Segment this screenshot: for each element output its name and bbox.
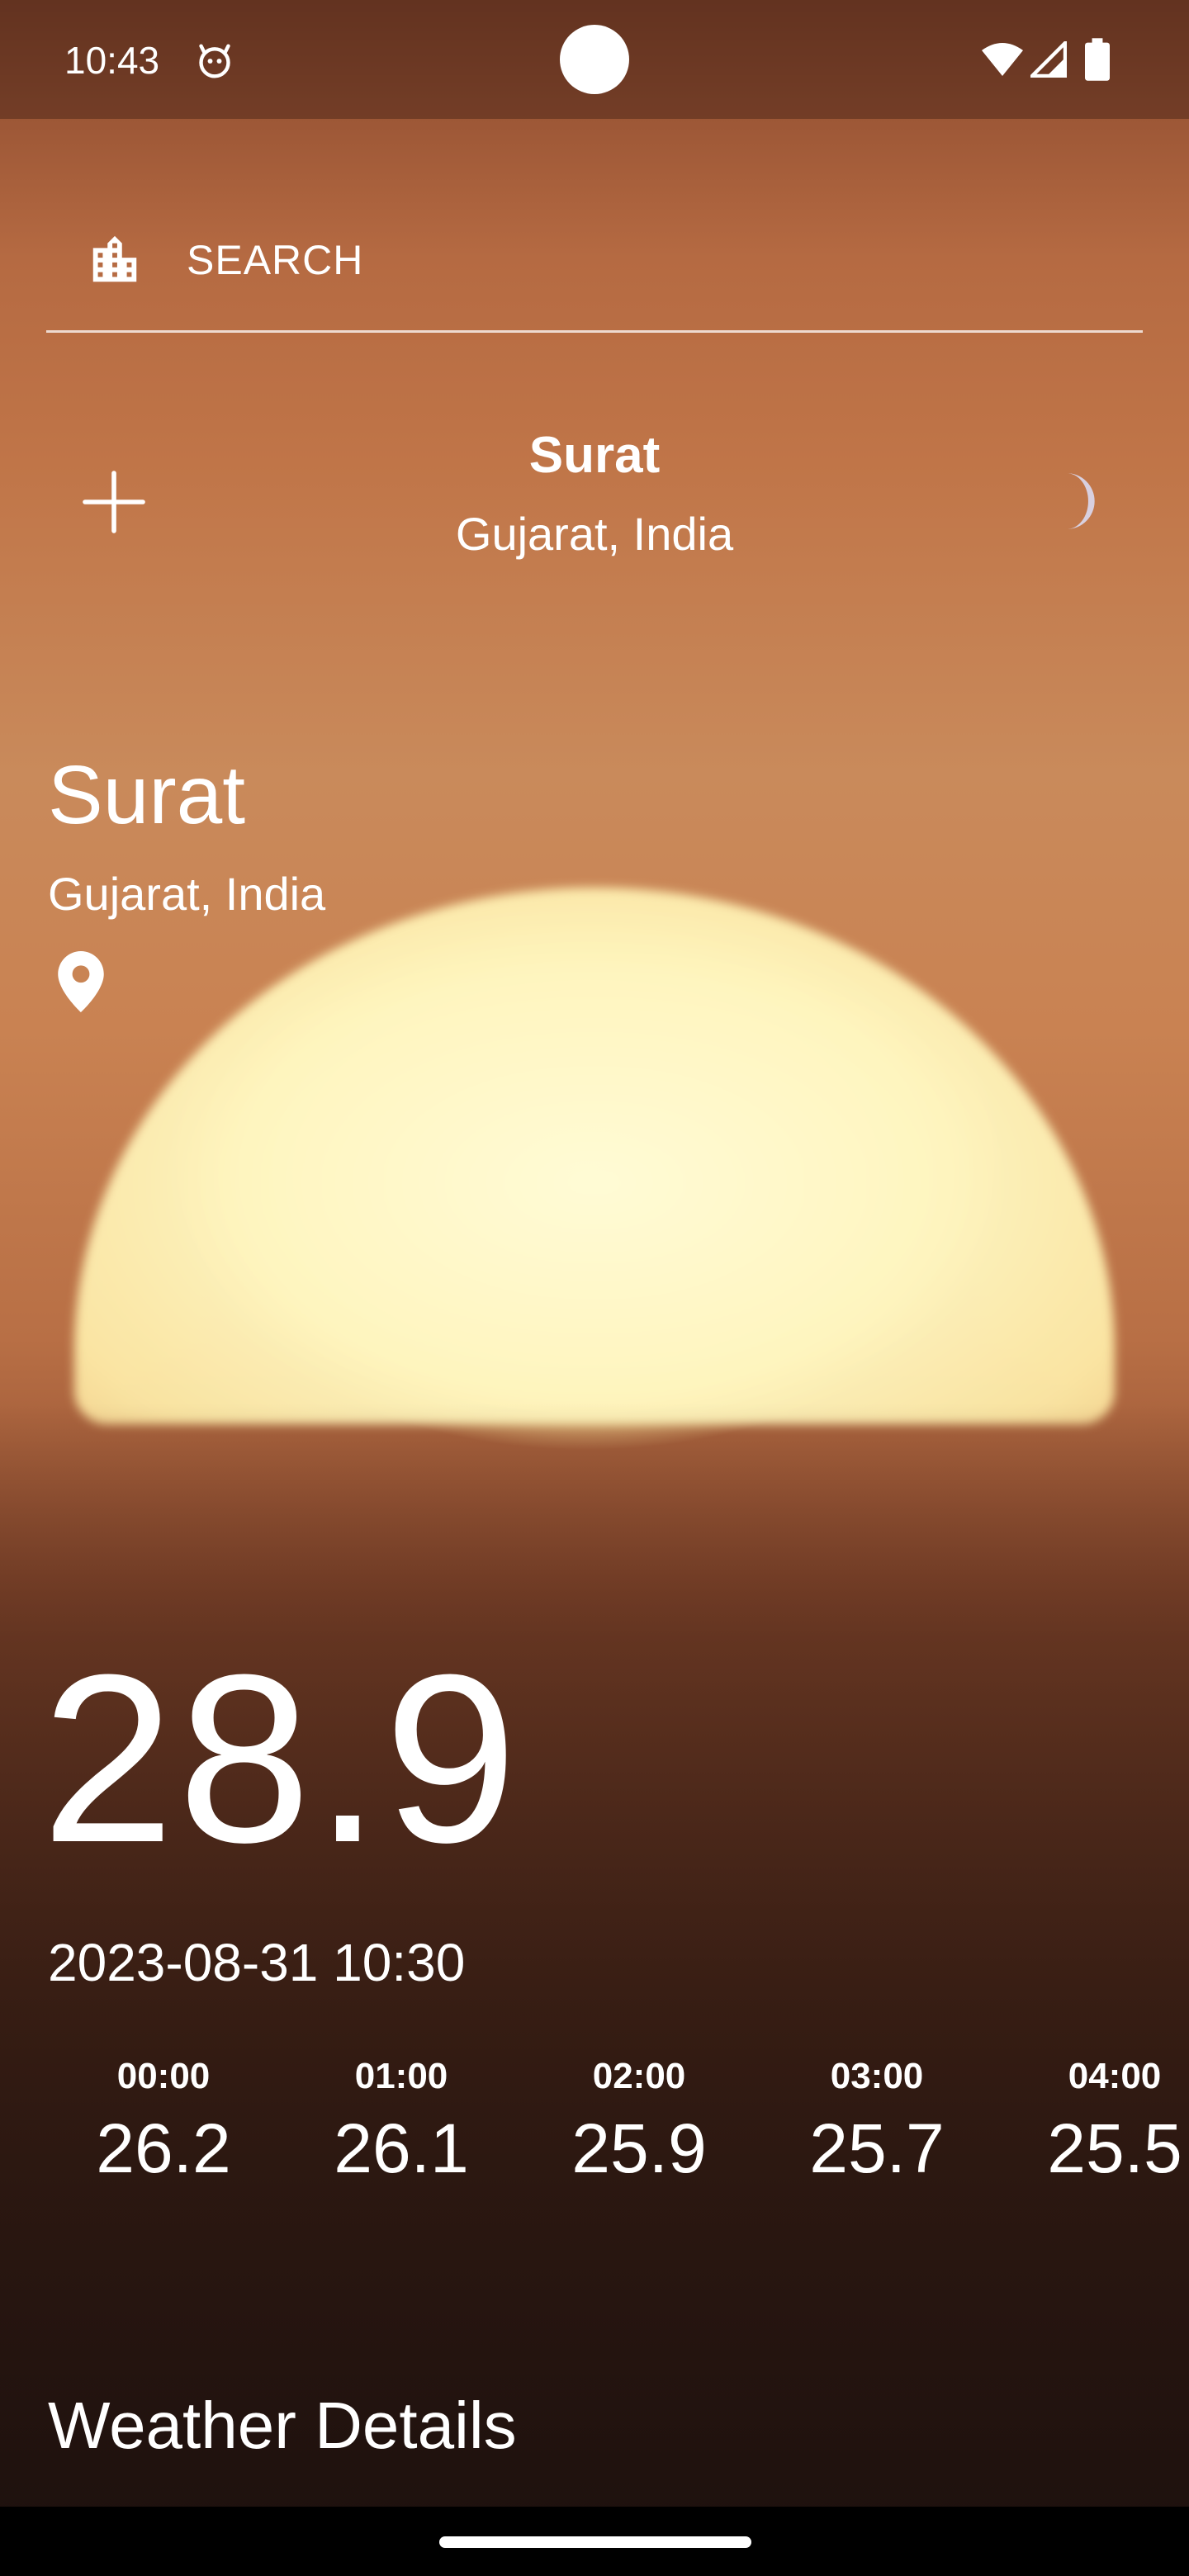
hourly-item: 00:00 26.2 bbox=[56, 2056, 271, 2189]
current-temperature: 28.9 bbox=[41, 1625, 521, 1892]
search-label: SEARCH bbox=[187, 237, 364, 283]
pin-icon[interactable] bbox=[58, 951, 104, 1012]
wifi-icon bbox=[982, 43, 1023, 76]
current-datetime: 2023-08-31 10:30 bbox=[48, 1933, 466, 1992]
sun-background-image bbox=[74, 888, 1115, 1424]
navigation-bar bbox=[0, 2507, 1189, 2576]
hour-temp: 25.5 bbox=[1047, 2110, 1182, 2187]
plus-icon[interactable] bbox=[79, 467, 149, 537]
face-icon bbox=[199, 44, 230, 78]
search-bar[interactable]: SEARCH bbox=[46, 215, 1143, 333]
status-bar: 10:43 bbox=[0, 0, 1189, 119]
city-icon bbox=[92, 235, 137, 282]
hourly-item: 01:00 26.1 bbox=[294, 2056, 509, 2189]
header-subtitle: Gujarat, India bbox=[455, 508, 734, 560]
weather-screen: 10:43 SEARCH Surat Gujarat, India Surat … bbox=[0, 0, 1189, 2576]
signal-icon bbox=[1030, 41, 1067, 78]
hourly-item: 02:00 25.9 bbox=[532, 2056, 746, 2189]
moon-icon[interactable] bbox=[1044, 471, 1105, 532]
location-region: Gujarat, India bbox=[48, 868, 326, 920]
hour-temp: 25.9 bbox=[571, 2110, 707, 2187]
hour-time: 04:00 bbox=[1068, 2056, 1162, 2096]
hourly-forecast-list[interactable]: 00:00 26.2 01:00 26.1 02:00 25.9 03:00 2… bbox=[0, 2056, 1189, 2204]
battery-icon bbox=[1085, 38, 1110, 81]
hour-time: 03:00 bbox=[830, 2056, 924, 2096]
hourly-item: 03:00 25.7 bbox=[770, 2056, 984, 2189]
hour-time: 00:00 bbox=[116, 2056, 211, 2096]
camera-cutout bbox=[560, 25, 629, 94]
weather-details-heading: Weather Details bbox=[48, 2389, 517, 2462]
hour-temp: 26.1 bbox=[334, 2110, 469, 2187]
location-city: Surat bbox=[48, 749, 246, 841]
hour-time: 02:00 bbox=[592, 2056, 686, 2096]
hour-temp: 25.7 bbox=[809, 2110, 945, 2187]
header-title: Surat bbox=[528, 427, 661, 484]
hour-temp: 26.2 bbox=[96, 2110, 231, 2187]
status-time: 10:43 bbox=[64, 39, 160, 82]
home-gesture-handle[interactable] bbox=[439, 2536, 751, 2548]
hour-time: 01:00 bbox=[354, 2056, 448, 2096]
hourly-item: 04:00 25.5 bbox=[1007, 2056, 1189, 2189]
